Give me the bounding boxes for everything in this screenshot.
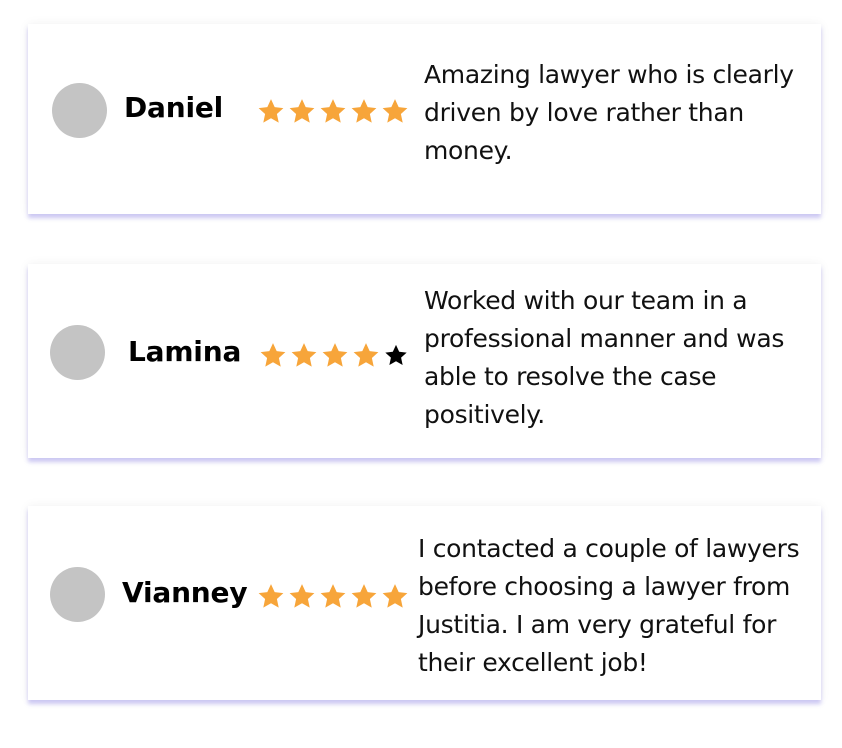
star-filled-icon [351, 584, 377, 608]
star-rating [256, 97, 410, 126]
star-filled-icon [322, 343, 348, 367]
star-filled-icon [291, 343, 317, 367]
review-card: Lamina Worked with our team in a profess… [28, 264, 821, 458]
review-text: Amazing lawyer who is clearly driven by … [424, 60, 794, 165]
star-filled-icon [289, 584, 315, 608]
star-filled-icon [320, 99, 346, 123]
star-empty-icon [385, 344, 407, 366]
star-filled-icon [258, 99, 284, 123]
review-card: Vianney I contacted a couple of lawyers … [28, 506, 821, 700]
review-text: I contacted a couple of lawyers before c… [418, 534, 800, 677]
star-filled-icon [260, 343, 286, 367]
star-rating [258, 341, 409, 370]
reviewer-name: Vianney [122, 576, 248, 609]
avatar [50, 567, 105, 622]
reviewer-name: Daniel [124, 91, 224, 124]
avatar [52, 83, 107, 138]
star-filled-icon [320, 584, 346, 608]
star-filled-icon [289, 99, 315, 123]
review-text: Worked with our team in a professional m… [424, 286, 785, 429]
star-filled-icon [353, 343, 379, 367]
reviewer-name: Lamina [128, 335, 242, 368]
star-rating [256, 582, 410, 611]
reviews-page: Daniel Amazing lawyer who is clearly dri… [0, 0, 842, 748]
star-filled-icon [382, 99, 408, 123]
avatar [50, 325, 105, 380]
star-filled-icon [382, 584, 408, 608]
review-card: Daniel Amazing lawyer who is clearly dri… [28, 24, 821, 214]
star-filled-icon [351, 99, 377, 123]
star-filled-icon [258, 584, 284, 608]
